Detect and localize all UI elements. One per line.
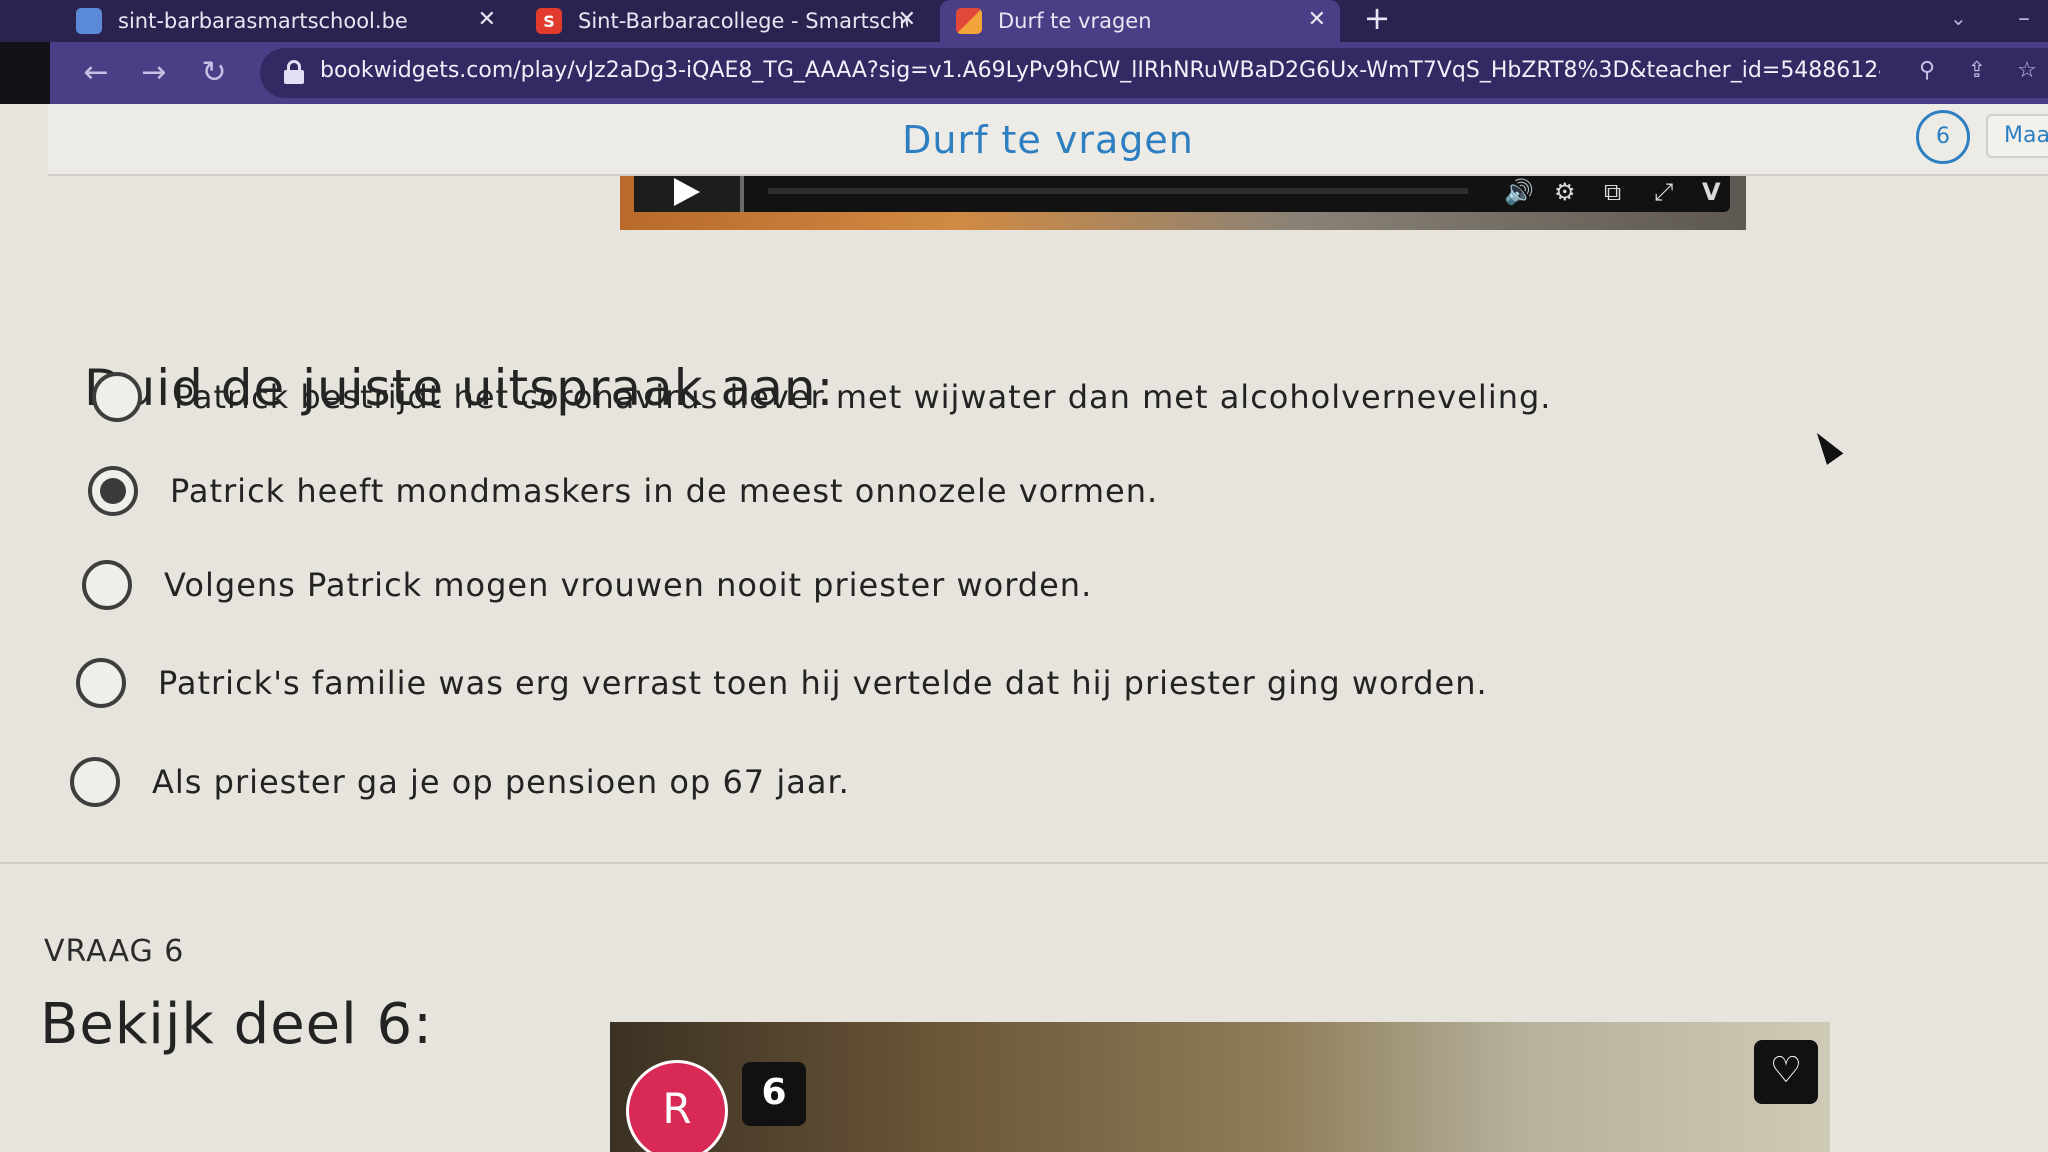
tab-sint-barbaracollege[interactable]: S Sint-Barbaracollege - Smartscho ✕ <box>520 0 930 42</box>
page-content: Durf te vragen 6 Maak 🔊 ⚙ ⧉ ⤢ V Duid de … <box>0 104 2048 1152</box>
vimeo-icon[interactable]: V <box>1702 176 1721 208</box>
radio-button-selected[interactable] <box>88 466 138 516</box>
radio-button[interactable] <box>82 560 132 610</box>
video-player-2[interactable]: R 6 ♡ <box>610 1022 1830 1152</box>
answer-label: Volgens Patrick mogen vrouwen nooit prie… <box>164 566 1093 604</box>
section-divider <box>0 862 2048 864</box>
question-counter[interactable]: 6 <box>1916 110 1970 164</box>
zoom-icon[interactable]: ⚲ <box>1910 58 1944 88</box>
tab-durf-te-vragen[interactable]: Durf te vragen ✕ <box>940 0 1340 42</box>
play-button[interactable] <box>634 176 744 212</box>
bookwidgets-favicon-icon <box>956 8 982 34</box>
chevron-down-icon[interactable]: ⌄ <box>1950 6 1967 30</box>
app-title: Durf te vragen <box>902 118 1194 162</box>
url-text[interactable]: bookwidgets.com/play/vJz2aDg3-iQAE8_TG_A… <box>320 58 1880 83</box>
close-tab-icon[interactable]: ✕ <box>1308 7 1326 32</box>
tab-title: Durf te vragen <box>998 9 1152 33</box>
avatar: R <box>626 1060 728 1152</box>
close-tab-icon[interactable]: ✕ <box>898 7 916 32</box>
answer-option[interactable]: Patrick's familie was erg verrast toen h… <box>76 658 1488 708</box>
answer-option[interactable]: Volgens Patrick mogen vrouwen nooit prie… <box>82 560 1092 610</box>
forward-icon[interactable]: → <box>134 54 174 94</box>
mouse-cursor-icon <box>1808 427 1844 465</box>
bookmark-star-icon[interactable]: ☆ <box>2010 58 2044 88</box>
episode-badge: 6 <box>742 1062 806 1126</box>
video-controls: 🔊 ⚙ ⧉ ⤢ V <box>634 176 1730 212</box>
browser-toolbar: ← → ↻ bookwidgets.com/play/vJz2aDg3-iQAE… <box>50 42 2048 104</box>
radio-button[interactable] <box>92 372 142 422</box>
answer-label: Patrick heeft mondmaskers in de meest on… <box>170 472 1159 510</box>
smartschool-s-icon: S <box>536 8 562 34</box>
close-tab-icon[interactable]: ✕ <box>478 7 496 32</box>
answer-label: Patrick's familie was erg verrast toen h… <box>158 664 1488 702</box>
picture-in-picture-icon[interactable]: ⧉ <box>1604 176 1621 208</box>
play-icon <box>674 178 700 206</box>
smartschool-favicon-icon <box>76 8 102 34</box>
share-icon[interactable]: ⇪ <box>1960 58 1994 88</box>
volume-icon[interactable]: 🔊 <box>1504 176 1534 208</box>
answer-label: Patrick bestrijdt het coronavirus liever… <box>174 378 1552 416</box>
tab-smartschool[interactable]: sint-barbarasmartschool.be ✕ <box>60 0 510 42</box>
new-tab-button[interactable]: + <box>1357 0 1397 42</box>
question-title: Bekijk deel 6: <box>40 992 433 1057</box>
app-header: Durf te vragen 6 Maak <box>48 104 2048 176</box>
question-number: VRAAG 6 <box>44 934 185 969</box>
answer-option[interactable]: Patrick heeft mondmaskers in de meest on… <box>88 466 1158 516</box>
fullscreen-icon[interactable]: ⤢ <box>1654 176 1673 208</box>
reload-icon[interactable]: ↻ <box>194 54 234 94</box>
answer-label: Als priester ga je op pensioen op 67 jaa… <box>152 763 850 801</box>
tab-title: sint-barbarasmartschool.be <box>118 9 408 33</box>
back-icon[interactable]: ← <box>76 54 116 94</box>
video-progress-bar[interactable] <box>768 188 1468 194</box>
radio-button[interactable] <box>76 658 126 708</box>
answer-option[interactable]: Patrick bestrijdt het coronavirus liever… <box>92 372 1551 422</box>
heart-icon[interactable]: ♡ <box>1754 1040 1818 1104</box>
settings-gear-icon[interactable]: ⚙ <box>1554 176 1576 208</box>
address-bar[interactable]: bookwidgets.com/play/vJz2aDg3-iQAE8_TG_A… <box>260 48 2048 98</box>
video-player[interactable]: 🔊 ⚙ ⧉ ⤢ V <box>620 176 1746 230</box>
tab-title: Sint-Barbaracollege - Smartscho <box>578 9 908 33</box>
lock-icon <box>284 60 304 84</box>
tab-bar: sint-barbarasmartschool.be ✕ S Sint-Barb… <box>0 0 2048 42</box>
minimize-icon[interactable]: – <box>2018 4 2030 32</box>
answer-option[interactable]: Als priester ga je op pensioen op 67 jaa… <box>70 757 850 807</box>
maak-button[interactable]: Maak <box>1986 114 2048 158</box>
radio-button[interactable] <box>70 757 120 807</box>
